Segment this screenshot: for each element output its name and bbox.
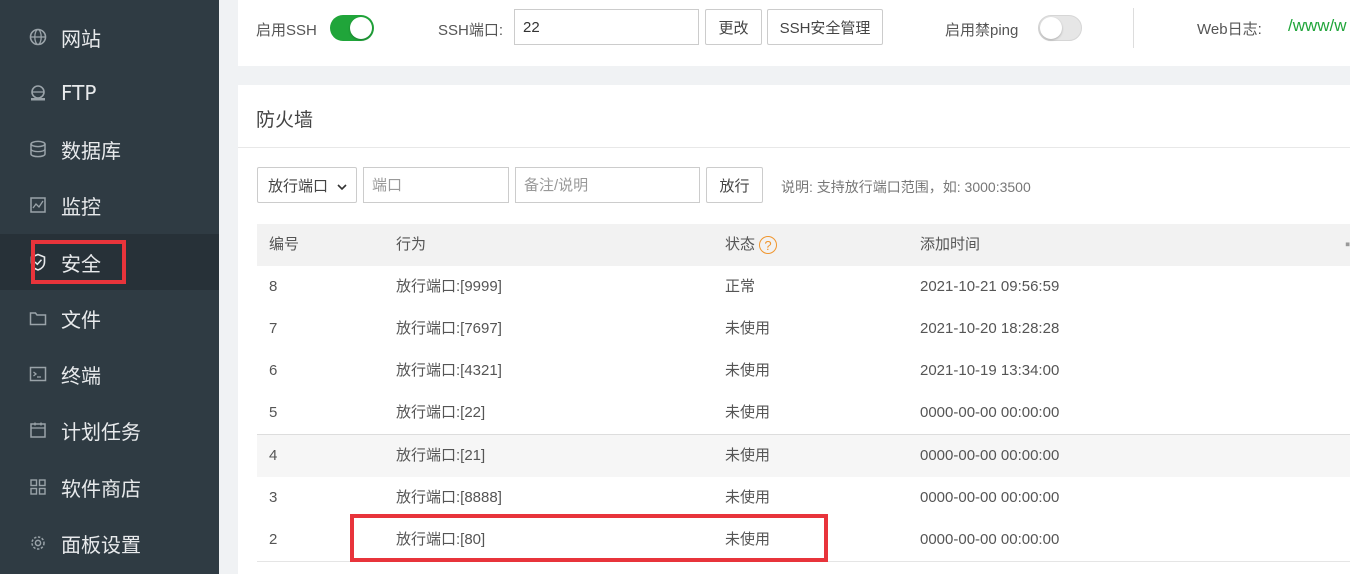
ssh-port-input[interactable] xyxy=(514,9,699,45)
grid-icon xyxy=(28,477,48,497)
row-action: 放行端口:[21] xyxy=(396,447,486,464)
table-row[interactable]: 4 放行端口:[21] 未使用 0000-00-00 00:00:00 xyxy=(257,434,1350,478)
monitor-icon xyxy=(28,195,48,215)
sidebar: 网站 FTP 数据库 监控 安全 文件 终端 计划任务 软件商店 面板设置 xyxy=(0,0,219,574)
row-action: 放行端口:[8888] xyxy=(396,489,502,506)
firewall-panel: 防火墙 放行端口 放行 说明: 支持放行端口范围，如: 3000:3500 编号… xyxy=(238,85,1350,574)
row-time: 2021-10-19 13:34:00 xyxy=(920,362,1060,379)
folder-icon xyxy=(28,308,48,328)
row-time: 0000-00-00 00:00:00 xyxy=(920,531,1060,548)
rule-type-select[interactable]: 放行端口 xyxy=(257,167,357,203)
sidebar-item-label: 监控 xyxy=(61,194,101,219)
table-row[interactable]: 7 放行端口:[7697] 未使用 2021-10-20 18:28:28 xyxy=(257,308,1350,351)
ssh-enable-label: 启用SSH xyxy=(256,22,317,39)
row-id: 3 xyxy=(269,489,278,506)
sidebar-item-label: 文件 xyxy=(61,307,101,332)
sidebar-item-monitor[interactable]: 监控 xyxy=(0,177,219,233)
firewall-header: 防火墙 xyxy=(238,85,1350,148)
row-status: 正常 xyxy=(725,278,756,295)
table-row[interactable]: 6 放行端口:[4321] 未使用 2021-10-19 13:34:00 xyxy=(257,350,1350,393)
sidebar-item-label: 终端 xyxy=(61,363,101,388)
row-time: 0000-00-00 00:00:00 xyxy=(920,404,1060,421)
sidebar-item-label: 网站 xyxy=(61,26,101,51)
row-time: 0000-00-00 00:00:00 xyxy=(920,447,1060,464)
web-log-path[interactable]: /www/w xyxy=(1288,16,1347,36)
row-action: 放行端口:[7697] xyxy=(396,320,502,337)
table-header: 编号 行为 状态? 添加时间 ▪ xyxy=(257,224,1350,267)
row-action: 放行端口:[22] xyxy=(396,404,486,421)
web-log-label: Web日志: xyxy=(1197,21,1262,38)
sidebar-item-label: FTP xyxy=(61,81,97,105)
ping-toggle[interactable] xyxy=(1038,15,1082,41)
row-id: 4 xyxy=(269,447,278,464)
table-row[interactable]: 2 放行端口:[80] 未使用 0000-00-00 00:00:00 xyxy=(257,519,1350,562)
row-id: 6 xyxy=(269,362,278,379)
sidebar-item-files[interactable]: 文件 xyxy=(0,290,219,346)
col-id: 编号 xyxy=(269,236,300,253)
ssh-settings-panel: 启用SSH SSH端口: 更改 SSH安全管理 启用禁ping Web日志: /… xyxy=(238,0,1350,66)
sidebar-item-label: 软件商店 xyxy=(61,476,141,501)
sidebar-item-ftp[interactable]: FTP xyxy=(0,65,219,121)
row-action: 放行端口:[4321] xyxy=(396,362,502,379)
row-status: 未使用 xyxy=(725,404,771,421)
terminal-icon xyxy=(28,364,48,384)
table-row[interactable]: 5 放行端口:[22] 未使用 0000-00-00 00:00:00 xyxy=(257,392,1350,435)
ssh-manage-button[interactable]: SSH安全管理 xyxy=(767,9,883,45)
shield-icon xyxy=(28,252,48,272)
col-status: 状态? xyxy=(725,224,778,266)
row-status: 未使用 xyxy=(725,489,771,506)
row-id: 5 xyxy=(269,404,278,421)
col-action: 行为 xyxy=(396,236,427,253)
sidebar-item-cron[interactable]: 计划任务 xyxy=(0,402,219,458)
ping-label: 启用禁ping xyxy=(945,22,1019,39)
calendar-icon xyxy=(28,420,48,440)
col-more-cutoff: ▪ xyxy=(1345,236,1350,253)
rule-type-value: 放行端口 xyxy=(268,177,329,195)
globe-icon xyxy=(28,27,48,47)
ssh-port-label: SSH端口: xyxy=(438,22,504,39)
allow-button[interactable]: 放行 xyxy=(706,167,763,203)
gear-icon xyxy=(28,533,48,553)
row-time: 0000-00-00 00:00:00 xyxy=(920,489,1060,506)
table-row[interactable]: 8 放行端口:[9999] 正常 2021-10-21 09:56:59 xyxy=(257,266,1350,309)
ftp-icon xyxy=(28,83,48,103)
row-id: 7 xyxy=(269,320,278,337)
row-id: 8 xyxy=(269,278,278,295)
sidebar-item-website[interactable]: 网站 xyxy=(0,9,219,65)
row-status: 未使用 xyxy=(725,320,771,337)
sidebar-item-label: 数据库 xyxy=(61,138,121,163)
ssh-toggle[interactable] xyxy=(330,15,374,41)
sidebar-item-label: 计划任务 xyxy=(61,419,141,444)
row-id: 2 xyxy=(269,531,278,548)
hint-text: 说明: 支持放行端口范围，如: 3000:3500 xyxy=(781,179,1031,195)
change-port-button[interactable]: 更改 xyxy=(705,9,762,45)
row-time: 2021-10-20 18:28:28 xyxy=(920,320,1060,337)
row-action: 放行端口:[9999] xyxy=(396,278,502,295)
row-action: 放行端口:[80] xyxy=(396,531,486,548)
table-row[interactable]: 3 放行端口:[8888] 未使用 0000-00-00 00:00:00 xyxy=(257,477,1350,520)
sidebar-item-security[interactable]: 安全 xyxy=(0,234,219,290)
row-status: 未使用 xyxy=(725,362,771,379)
note-input[interactable] xyxy=(515,167,700,203)
sidebar-item-store[interactable]: 软件商店 xyxy=(0,459,219,515)
sidebar-item-label: 面板设置 xyxy=(61,532,141,557)
help-icon[interactable]: ? xyxy=(759,236,778,255)
sidebar-item-settings[interactable]: 面板设置 xyxy=(0,515,219,571)
col-time: 添加时间 xyxy=(920,236,981,253)
row-status: 未使用 xyxy=(725,447,771,464)
sidebar-item-label: 安全 xyxy=(61,251,101,276)
sidebar-item-database[interactable]: 数据库 xyxy=(0,121,219,177)
firewall-title: 防火墙 xyxy=(256,110,314,131)
database-icon xyxy=(28,139,48,159)
chevron-down-icon xyxy=(336,180,348,197)
port-input[interactable] xyxy=(363,167,509,203)
row-status: 未使用 xyxy=(725,531,771,548)
sidebar-item-terminal[interactable]: 终端 xyxy=(0,346,219,402)
row-time: 2021-10-21 09:56:59 xyxy=(920,278,1060,295)
divider xyxy=(1133,8,1134,48)
